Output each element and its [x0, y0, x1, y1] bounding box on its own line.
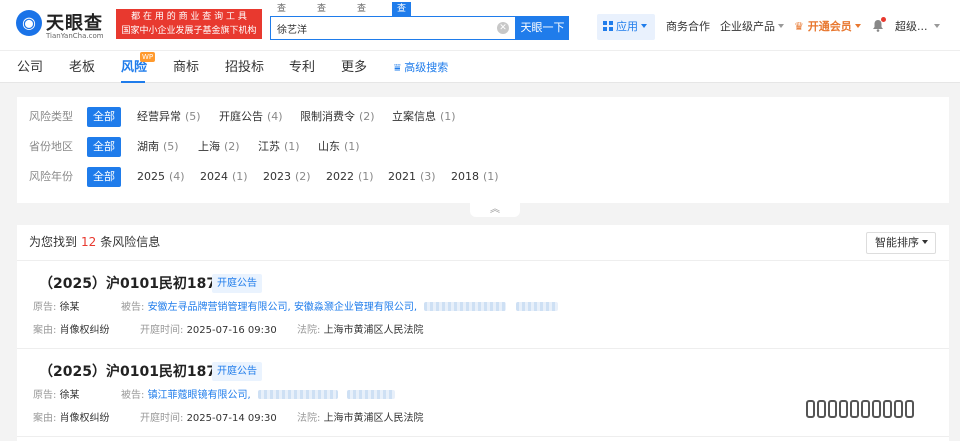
defendants: 被告: 安徽左寻品牌营销管理有限公司, 安徽淼灏企业管理有限公司, — [121, 301, 558, 315]
search-tab-risk[interactable]: 查风险 — [392, 2, 412, 42]
case-type-tag: 开庭公告 — [212, 274, 262, 293]
redacted-text — [347, 390, 396, 399]
user-label: 超级... — [895, 20, 928, 33]
filter-option[interactable]: 2025 (4) — [137, 167, 185, 187]
filter-label-year: 风险年份 — [29, 170, 73, 183]
filter-all-region[interactable]: 全部 — [87, 137, 121, 157]
filter-all-risk-type[interactable]: 全部 — [87, 107, 121, 127]
list-item[interactable]: （2025）沪0101民初18738号 开庭公告 原告: 徐某 被告: 安徽左寻… — [17, 262, 949, 349]
filter-option[interactable]: 2022 (1) — [326, 167, 374, 187]
filter-option[interactable]: 限制消费令 (2) — [300, 107, 375, 127]
notification-dot — [881, 17, 886, 22]
results-count-number: 12 — [81, 235, 97, 249]
active-tab-indicator — [121, 81, 145, 83]
filter-option[interactable]: 2024 (1) — [200, 167, 248, 187]
filter-option[interactable]: 上海 (2) — [198, 137, 240, 157]
sort-label: 智能排序 — [875, 236, 919, 249]
court: 法院: 上海市黄浦区人民法院 — [297, 325, 424, 336]
filter-option[interactable]: 立案信息 (1) — [392, 107, 456, 127]
filter-panel: 风险类型 全部 经营异常 (5) 开庭公告 (4) 限制消费令 (2) 立案信息 (1)… — [17, 97, 949, 203]
plaintiff: 原告: 徐某 — [33, 390, 80, 401]
redacted-text — [257, 390, 338, 399]
tab-trademark[interactable]: 商标 — [173, 59, 199, 77]
wp-badge: WP — [140, 52, 156, 62]
filter-option[interactable]: 山东 (1) — [318, 137, 360, 157]
chevron-down-icon — [778, 24, 784, 28]
logo-domain: TianYanCha.com — [46, 32, 104, 40]
filter-option[interactable]: 湖南 (5) — [137, 137, 179, 157]
filter-all-year[interactable]: 全部 — [87, 167, 121, 187]
filter-option[interactable]: 2023 (2) — [263, 167, 311, 187]
court: 法院: 上海市黄浦区人民法院 — [297, 413, 424, 424]
chevron-down-icon — [922, 240, 928, 244]
slogan-line-1: 都 在 用 的 商 业 查 询 工 具 — [131, 12, 247, 22]
apps-menu-button[interactable]: 应用 — [597, 14, 655, 40]
tab-bidding[interactable]: 招投标 — [225, 59, 264, 77]
user-menu[interactable]: 超级... — [895, 17, 940, 37]
logo-eye-icon: ◉ — [16, 10, 42, 36]
filter-option[interactable]: 开庭公告 (4) — [219, 107, 283, 127]
search-tab-company[interactable]: 查公司 — [272, 2, 291, 42]
list-item[interactable]: （2025）沪0101民初18736号 开庭公告 原告: 徐某 被告: 镇江菲蔻… — [17, 350, 949, 437]
results-header: 为您找到 12 条风险信息 智能排序 — [17, 225, 949, 261]
filter-icon: ⩸ — [394, 61, 401, 74]
defendant-link[interactable]: 镇江菲蔻眼镜有限公司, — [148, 390, 251, 401]
search-button[interactable]: 天眼一下 — [516, 16, 569, 40]
apps-label: 应用 — [616, 20, 638, 33]
chevron-down-icon — [933, 24, 940, 28]
vip-menu[interactable]: ♛ 开通会员 — [794, 17, 861, 37]
watermark-graphic — [806, 400, 948, 420]
chevron-up-icon: ︽ — [490, 204, 500, 215]
results-count: 为您找到 12 条风险信息 — [29, 235, 161, 249]
chevron-down-icon — [854, 24, 861, 28]
filter-option[interactable]: 江苏 (1) — [258, 137, 300, 157]
enterprise-products-label: 企业级产品 — [720, 20, 775, 33]
plaintiff: 原告: 徐某 — [33, 302, 80, 313]
hearing-time: 开庭时间: 2025-07-16 09:30 — [140, 325, 277, 336]
filter-label-region: 省份地区 — [29, 140, 73, 153]
defendants: 被告: 镇江菲蔻眼镜有限公司, — [121, 389, 396, 403]
search-tab-relation[interactable]: 查关系 — [352, 2, 371, 42]
hearing-time: 开庭时间: 2025-07-14 09:30 — [140, 413, 277, 424]
search-input[interactable] — [277, 20, 487, 36]
filter-option[interactable]: 经营异常 (5) — [137, 107, 201, 127]
top-header: ◉ 天眼查 TianYanCha.com 都 在 用 的 商 业 查 询 工 具… — [0, 0, 960, 50]
chevron-down-icon — [641, 24, 647, 28]
logo[interactable]: ◉ 天眼查 TianYanCha.com — [16, 8, 112, 42]
tab-more[interactable]: 更多 — [341, 59, 367, 77]
category-tabs: 公司 老板 风险 WP 商标 招投标 专利 更多 ⩸ 高级搜索 — [0, 50, 960, 83]
filter-option[interactable]: 2018 (1) — [451, 167, 499, 187]
case-cause: 案由: 肖像权纠纷 — [33, 325, 110, 336]
redacted-text — [424, 302, 507, 311]
tab-patent[interactable]: 专利 — [289, 59, 315, 77]
clear-icon[interactable]: ✕ — [497, 22, 509, 34]
slogan-banner: 都 在 用 的 商 业 查 询 工 具 国家中小企业发展子基金旗下机构 — [116, 9, 262, 39]
collapse-filters-button[interactable]: ︽ — [470, 203, 520, 217]
tab-boss[interactable]: 老板 — [69, 59, 95, 77]
slogan-line-2: 国家中小企业发展子基金旗下机构 — [121, 26, 257, 36]
filter-label-risk-type: 风险类型 — [29, 110, 73, 123]
vip-label: 开通会员 — [807, 20, 852, 33]
grid-icon — [603, 21, 613, 31]
advanced-search-label: 高级搜索 — [404, 61, 449, 74]
tab-company[interactable]: 公司 — [17, 59, 43, 77]
search-tab-boss[interactable]: 查老板 — [312, 2, 331, 42]
case-type-tag: 开庭公告 — [212, 362, 262, 381]
sort-dropdown[interactable]: 智能排序 — [866, 232, 936, 254]
enterprise-products-menu[interactable]: 企业级产品 — [720, 17, 784, 37]
defendant-link[interactable]: 安徽淼灏企业管理有限公司, — [294, 302, 417, 313]
filter-option[interactable]: 2021 (3) — [388, 167, 436, 187]
redacted-text — [515, 302, 558, 311]
business-cooperation-link[interactable]: 商务合作 — [666, 17, 710, 37]
case-cause: 案由: 肖像权纠纷 — [33, 413, 110, 424]
crown-icon: ♛ — [794, 20, 804, 33]
search-box: ✕ — [270, 16, 516, 40]
defendant-link[interactable]: 安徽左寻品牌营销管理有限公司, — [148, 302, 291, 313]
advanced-search-link[interactable]: ⩸ 高级搜索 — [394, 61, 448, 75]
